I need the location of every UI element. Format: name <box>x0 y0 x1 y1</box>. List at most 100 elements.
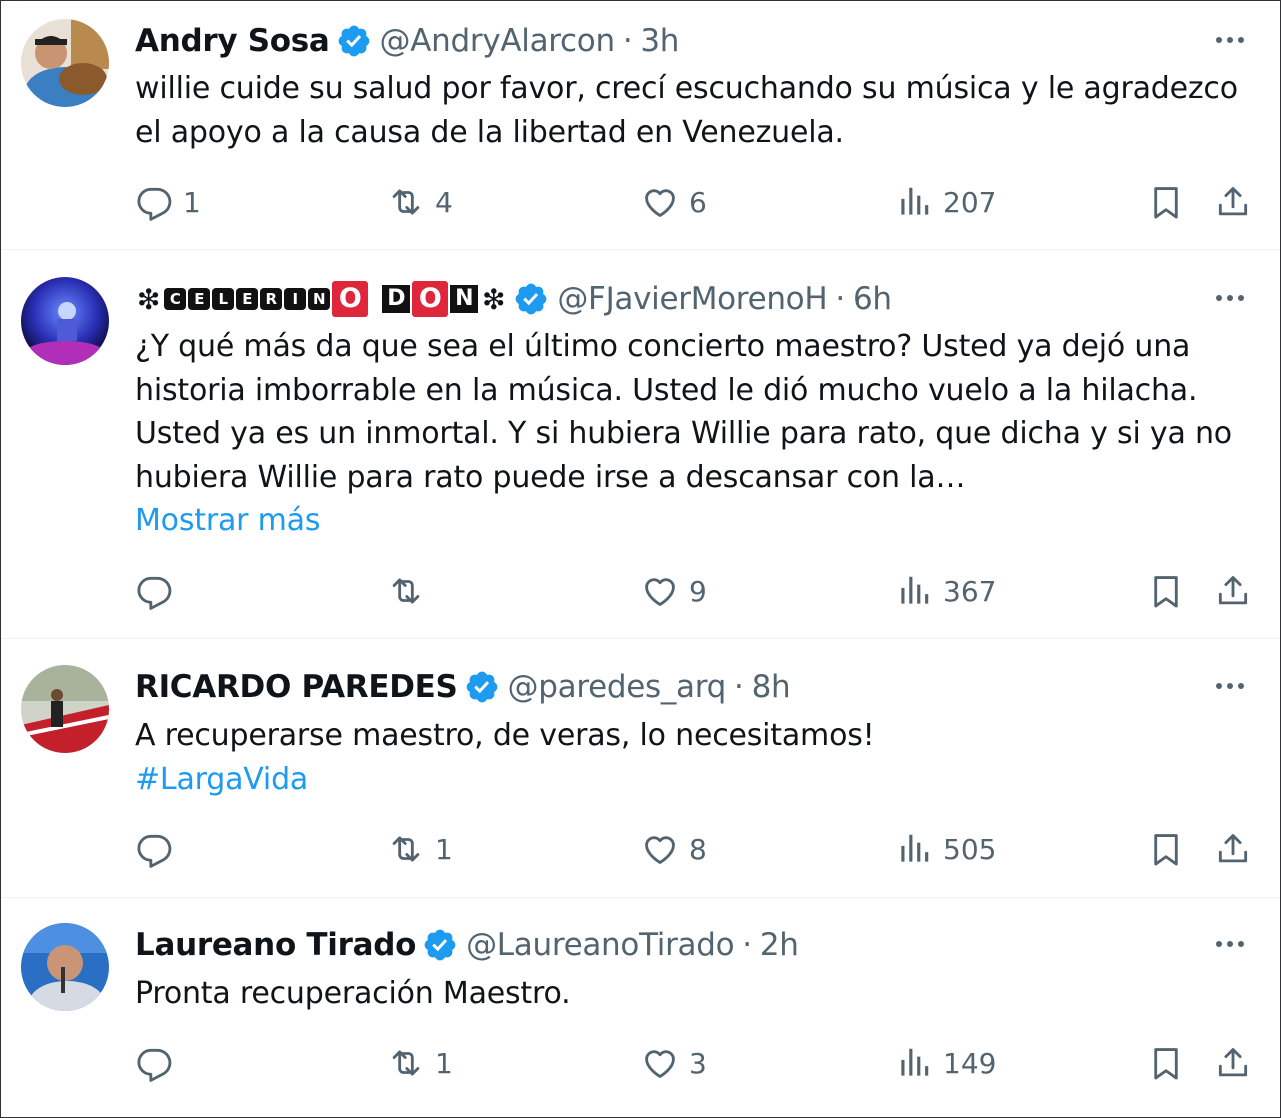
like-count: 8 <box>689 832 707 866</box>
share-button[interactable] <box>1214 1043 1252 1083</box>
views-button[interactable]: 207 <box>895 182 996 222</box>
retweet-button[interactable] <box>387 571 435 611</box>
separator-dot: · <box>734 669 744 705</box>
retweet-count: 1 <box>435 832 453 866</box>
like-button[interactable]: 6 <box>641 182 707 222</box>
retweet-button[interactable]: 1 <box>387 829 453 869</box>
verified-badge-icon <box>336 23 372 59</box>
like-icon <box>641 572 679 610</box>
reply-button[interactable]: 1 <box>135 182 201 222</box>
display-name[interactable]: Andry Sosa <box>135 23 330 59</box>
timestamp[interactable]: 8h <box>752 669 791 705</box>
avatar[interactable] <box>21 923 109 1011</box>
bookmark-button[interactable] <box>1147 1043 1185 1083</box>
display-name[interactable]: Laureano Tirado <box>135 927 416 963</box>
tweet-text-line: el apoyo a la causa de la libertad en Ve… <box>135 114 844 150</box>
timestamp[interactable]: 3h <box>640 23 679 59</box>
display-name[interactable]: ❇ C E L E R I N O D O N ❇ <box>135 281 507 317</box>
tweet-text-line: hubiera Willie para rato puede irse a de… <box>135 459 966 495</box>
reply-icon <box>135 183 173 221</box>
share-button[interactable] <box>1214 182 1252 222</box>
separator-dot: · <box>835 281 845 317</box>
views-count: 367 <box>943 574 997 608</box>
tweet-text: A recuperarse maestro, de veras, lo nece… <box>135 714 1245 801</box>
tweet-item[interactable]: RICARDO PAREDES @paredes_arq · 8h A recu… <box>1 638 1280 898</box>
tweet-item[interactable]: Laureano Tirado @LaureanoTirado · 2h Pro… <box>1 897 1280 1117</box>
tweet-text-line: willie cuide su salud por favor, crecí e… <box>135 71 1238 106</box>
views-button[interactable]: 367 <box>895 571 996 611</box>
reply-button[interactable] <box>135 1043 183 1083</box>
tweet-text: ¿Y qué más da que sea el último conciert… <box>135 325 1245 543</box>
like-button[interactable]: 3 <box>641 1043 707 1083</box>
user-handle[interactable]: @FJavierMorenoH <box>557 281 827 317</box>
bookmark-button[interactable] <box>1147 182 1185 222</box>
more-options-icon[interactable] <box>1210 676 1250 696</box>
tweet-actions: 1 3 149 <box>1 1043 1280 1083</box>
name-letter: D <box>382 285 411 313</box>
tweet-header: Laureano Tirado @LaureanoTirado · 2h <box>135 923 799 967</box>
like-icon <box>641 183 679 221</box>
bookmark-icon <box>1147 572 1185 610</box>
like-button[interactable]: 9 <box>641 571 707 611</box>
like-count: 6 <box>689 185 707 219</box>
retweet-button[interactable]: 1 <box>387 1043 453 1083</box>
user-handle[interactable]: @paredes_arq <box>508 669 727 705</box>
share-button[interactable] <box>1214 571 1252 611</box>
more-options-icon[interactable] <box>1210 288 1250 308</box>
avatar[interactable] <box>21 19 109 107</box>
avatar[interactable] <box>21 277 109 365</box>
like-count: 3 <box>689 1046 707 1080</box>
user-handle[interactable]: @LaureanoTirado <box>466 927 734 963</box>
tweet-header: RICARDO PAREDES @paredes_arq · 8h <box>135 665 791 709</box>
bookmark-button[interactable] <box>1147 829 1185 869</box>
reply-button[interactable] <box>135 829 183 869</box>
tweet-header: ❇ C E L E R I N O D O N ❇ @FJavierMoreno… <box>135 277 892 321</box>
views-count: 207 <box>943 185 997 219</box>
retweet-icon <box>387 572 425 610</box>
more-options-icon[interactable] <box>1210 934 1250 954</box>
retweet-icon <box>387 830 425 868</box>
hashtag-link[interactable]: #LargaVida <box>135 758 1245 802</box>
avatar[interactable] <box>21 665 109 753</box>
name-letter: E <box>236 288 259 310</box>
decorative-symbol: ❇ <box>482 282 506 316</box>
name-letter: L <box>212 288 235 310</box>
share-icon <box>1214 183 1252 221</box>
name-letter: I <box>284 288 307 310</box>
reply-icon <box>135 572 173 610</box>
more-options-icon[interactable] <box>1210 30 1250 50</box>
share-icon <box>1214 830 1252 868</box>
views-icon <box>895 830 933 868</box>
tweet-item[interactable]: Andry Sosa @AndryAlarcon · 3h willie cui… <box>1 1 1280 250</box>
share-button[interactable] <box>1214 829 1252 869</box>
tweet-actions: 1 4 6 207 <box>1 182 1280 222</box>
tweet-actions: 9 367 <box>1 571 1280 611</box>
reply-icon <box>135 830 173 868</box>
tweet-item[interactable]: ❇ C E L E R I N O D O N ❇ @FJavierMoreno… <box>1 249 1280 639</box>
bookmark-button[interactable] <box>1147 571 1185 611</box>
name-letter: C <box>164 288 187 310</box>
retweet-count: 4 <box>435 185 453 219</box>
timestamp[interactable]: 2h <box>760 927 799 963</box>
retweet-button[interactable]: 4 <box>387 182 453 222</box>
views-icon <box>895 1044 933 1082</box>
views-count: 505 <box>943 832 997 866</box>
show-more-link[interactable]: Mostrar más <box>135 499 1245 543</box>
tweet-text-line: Usted ya es un inmortal. Y si hubiera Wi… <box>135 416 1232 451</box>
timestamp[interactable]: 6h <box>853 281 892 317</box>
views-count: 149 <box>943 1046 997 1080</box>
name-letter: O <box>412 281 449 317</box>
views-button[interactable]: 149 <box>895 1043 996 1083</box>
views-icon <box>895 572 933 610</box>
retweet-icon <box>387 1044 425 1082</box>
share-icon <box>1214 1044 1252 1082</box>
name-letter: N <box>308 288 331 310</box>
user-handle[interactable]: @AndryAlarcon <box>380 23 616 59</box>
reply-button[interactable] <box>135 571 183 611</box>
verified-badge-icon <box>464 669 500 705</box>
tweet-text-line: ¿Y qué más da que sea el último conciert… <box>135 329 1191 364</box>
like-button[interactable]: 8 <box>641 829 707 869</box>
views-icon <box>895 183 933 221</box>
views-button[interactable]: 505 <box>895 829 996 869</box>
display-name[interactable]: RICARDO PAREDES <box>135 669 458 705</box>
